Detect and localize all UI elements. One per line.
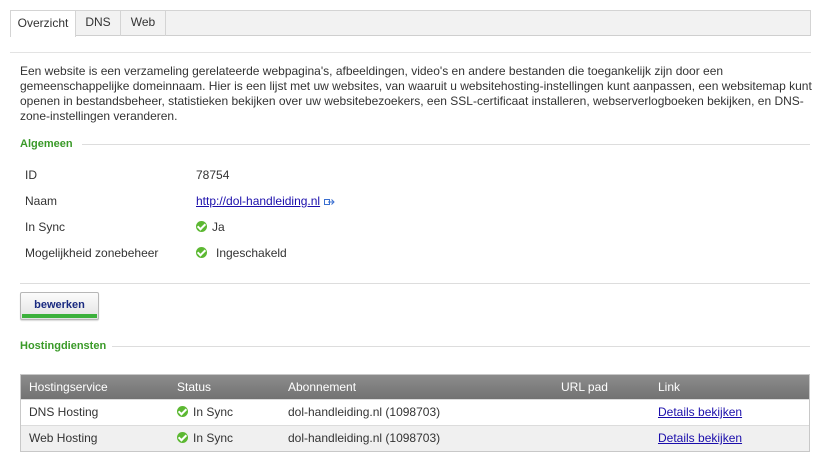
column-header-service[interactable]: Hostingservice	[29, 375, 108, 399]
details-link[interactable]: Details bekijken	[658, 426, 742, 451]
column-header-subscription[interactable]: Abonnement	[288, 375, 356, 399]
zone-management-text: Ingeschakeld	[216, 246, 287, 260]
overview-panel: Een website is een verzameling gerelatee…	[10, 52, 812, 452]
check-circle-icon	[196, 247, 207, 258]
hosting-table: Hostingservice Status Abonnement URL pad…	[20, 374, 810, 452]
panel-top-border	[10, 52, 811, 53]
tab-web[interactable]: Web	[121, 10, 166, 36]
status-cell: In Sync	[177, 426, 233, 451]
name-value: http://dol-handleiding.nl	[196, 194, 335, 209]
section-divider	[20, 283, 810, 284]
edit-button[interactable]: bewerken	[20, 292, 99, 320]
section-divider	[82, 144, 810, 145]
in-sync-label: In Sync	[25, 220, 66, 234]
table-row: DNS Hosting In Sync dol-handleiding.nl (…	[21, 399, 809, 425]
table-header: Hostingservice Status Abonnement URL pad…	[21, 375, 809, 399]
column-header-link[interactable]: Link	[658, 375, 680, 399]
status-text: In Sync	[193, 405, 234, 419]
subscription-cell: dol-handleiding.nl (1098703)	[288, 431, 441, 445]
intro-text: Een website is een verzameling gerelatee…	[20, 64, 812, 123]
details-link[interactable]: Details bekijken	[658, 400, 742, 425]
external-link-icon[interactable]	[324, 195, 335, 209]
in-sync-text: Ja	[212, 220, 225, 234]
id-value: 78754	[196, 168, 230, 182]
tab-overzicht[interactable]: Overzicht	[10, 10, 76, 37]
id-label: ID	[25, 168, 37, 182]
status-cell: In Sync	[177, 400, 233, 425]
column-header-status[interactable]: Status	[177, 375, 211, 399]
subscription-cell: dol-handleiding.nl (1098703)	[288, 405, 441, 419]
check-circle-icon	[177, 406, 188, 417]
section-title-hosting: Hostingdiensten	[20, 340, 107, 352]
website-link[interactable]: http://dol-handleiding.nl	[196, 194, 320, 208]
tab-bar: Overzicht DNS Web	[10, 10, 811, 37]
in-sync-value: Ja	[196, 220, 225, 234]
service-name: DNS Hosting	[29, 405, 99, 419]
zone-management-label: Mogelijkheid zonebeheer	[25, 246, 159, 260]
section-divider	[112, 346, 810, 347]
table-row: Web Hosting In Sync dol-handleiding.nl (…	[21, 425, 809, 451]
tab-dns[interactable]: DNS	[76, 10, 121, 36]
column-header-url-path[interactable]: URL pad	[561, 375, 608, 399]
service-name: Web Hosting	[29, 431, 98, 445]
check-circle-icon	[177, 432, 188, 443]
zone-management-value: Ingeschakeld	[196, 246, 287, 260]
section-title-general: Algemeen	[20, 138, 73, 150]
name-label: Naam	[25, 194, 58, 208]
check-circle-icon	[196, 221, 207, 232]
status-text: In Sync	[193, 431, 234, 445]
